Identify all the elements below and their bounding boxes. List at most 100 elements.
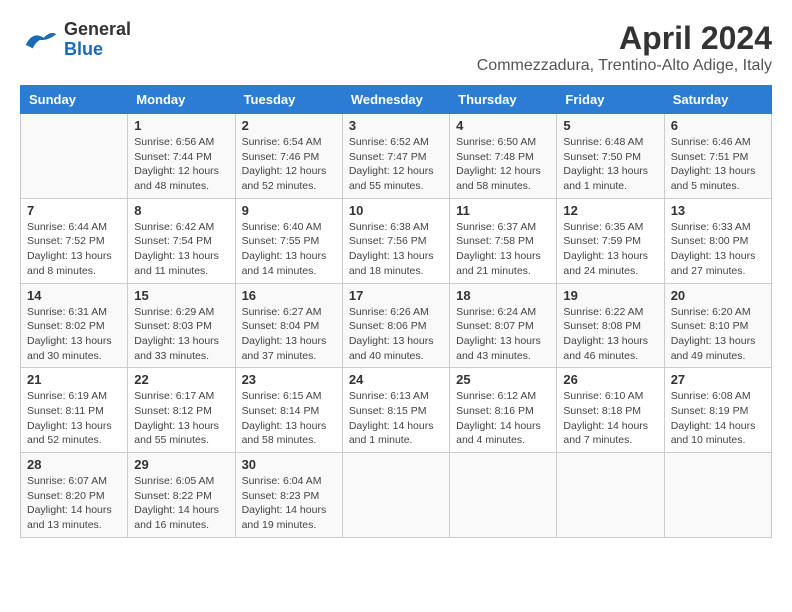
col-thursday: Thursday [450, 86, 557, 114]
day-number: 14 [27, 288, 121, 303]
calendar-cell: 8 Sunrise: 6:42 AM Sunset: 7:54 PM Daylig… [128, 198, 235, 283]
day-number: 27 [671, 372, 765, 387]
calendar-cell: 2 Sunrise: 6:54 AM Sunset: 7:46 PM Daylig… [235, 114, 342, 199]
day-number: 6 [671, 118, 765, 133]
day-number: 22 [134, 372, 228, 387]
day-info: Sunrise: 6:54 AM Sunset: 7:46 PM Dayligh… [242, 135, 336, 194]
day-info: Sunrise: 6:17 AM Sunset: 8:12 PM Dayligh… [134, 389, 228, 448]
day-info: Sunrise: 6:04 AM Sunset: 8:23 PM Dayligh… [242, 474, 336, 533]
calendar-cell: 3 Sunrise: 6:52 AM Sunset: 7:47 PM Daylig… [342, 114, 449, 199]
day-info: Sunrise: 6:26 AM Sunset: 8:06 PM Dayligh… [349, 305, 443, 364]
day-number: 20 [671, 288, 765, 303]
calendar-cell: 25Sunrise: 6:12 AM Sunset: 8:16 PM Dayli… [450, 368, 557, 453]
calendar-cell [21, 114, 128, 199]
day-info: Sunrise: 6:20 AM Sunset: 8:10 PM Dayligh… [671, 305, 765, 364]
col-wednesday: Wednesday [342, 86, 449, 114]
day-info: Sunrise: 6:33 AM Sunset: 8:00 PM Dayligh… [671, 220, 765, 279]
day-number: 25 [456, 372, 550, 387]
day-number: 16 [242, 288, 336, 303]
day-info: Sunrise: 6:08 AM Sunset: 8:19 PM Dayligh… [671, 389, 765, 448]
day-number: 24 [349, 372, 443, 387]
day-info: Sunrise: 6:50 AM Sunset: 7:48 PM Dayligh… [456, 135, 550, 194]
day-info: Sunrise: 6:40 AM Sunset: 7:55 PM Dayligh… [242, 220, 336, 279]
day-number: 10 [349, 203, 443, 218]
day-number: 17 [349, 288, 443, 303]
calendar-cell [342, 453, 449, 538]
calendar-cell: 4 Sunrise: 6:50 AM Sunset: 7:48 PM Daylig… [450, 114, 557, 199]
day-number: 15 [134, 288, 228, 303]
calendar-cell: 11 Sunrise: 6:37 AM Sunset: 7:58 PM Dayli… [450, 198, 557, 283]
logo: General Blue [20, 20, 131, 60]
week-row-1: 1Sunrise: 6:56 AM Sunset: 7:44 PM Daylig… [21, 114, 772, 199]
day-number: 30 [242, 457, 336, 472]
day-number: 19 [563, 288, 657, 303]
day-number: 26 [563, 372, 657, 387]
logo-bird-icon [20, 27, 60, 52]
page-subtitle: Commezzadura, Trentino-Alto Adige, Italy [477, 57, 772, 75]
day-number: 28 [27, 457, 121, 472]
day-info: Sunrise: 6:22 AM Sunset: 8:08 PM Dayligh… [563, 305, 657, 364]
day-info: Sunrise: 6:37 AM Sunset: 7:58 PM Dayligh… [456, 220, 550, 279]
day-info: Sunrise: 6:27 AM Sunset: 8:04 PM Dayligh… [242, 305, 336, 364]
calendar-cell: 12Sunrise: 6:35 AM Sunset: 7:59 PM Dayli… [557, 198, 664, 283]
day-number: 21 [27, 372, 121, 387]
week-row-5: 28 Sunrise: 6:07 AM Sunset: 8:20 PM Dayli… [21, 453, 772, 538]
day-number: 4 [456, 118, 550, 133]
day-info: Sunrise: 6:24 AM Sunset: 8:07 PM Dayligh… [456, 305, 550, 364]
col-monday: Monday [128, 86, 235, 114]
day-number: 13 [671, 203, 765, 218]
day-info: Sunrise: 6:52 AM Sunset: 7:47 PM Dayligh… [349, 135, 443, 194]
calendar-cell: 19 Sunrise: 6:22 AM Sunset: 8:08 PM Dayli… [557, 283, 664, 368]
calendar-cell: 14 Sunrise: 6:31 AM Sunset: 8:02 PM Dayli… [21, 283, 128, 368]
calendar-cell: 10 Sunrise: 6:38 AM Sunset: 7:56 PM Dayli… [342, 198, 449, 283]
week-row-3: 14 Sunrise: 6:31 AM Sunset: 8:02 PM Dayli… [21, 283, 772, 368]
calendar-cell: 26 Sunrise: 6:10 AM Sunset: 8:18 PM Dayli… [557, 368, 664, 453]
day-info: Sunrise: 6:05 AM Sunset: 8:22 PM Dayligh… [134, 474, 228, 533]
calendar-cell: 29 Sunrise: 6:05 AM Sunset: 8:22 PM Dayli… [128, 453, 235, 538]
calendar-cell: 22 Sunrise: 6:17 AM Sunset: 8:12 PM Dayli… [128, 368, 235, 453]
day-info: Sunrise: 6:46 AM Sunset: 7:51 PM Dayligh… [671, 135, 765, 194]
day-info: Sunrise: 6:44 AM Sunset: 7:52 PM Dayligh… [27, 220, 121, 279]
col-sunday: Sunday [21, 86, 128, 114]
day-number: 7 [27, 203, 121, 218]
calendar-cell: 13 Sunrise: 6:33 AM Sunset: 8:00 PM Dayli… [664, 198, 771, 283]
day-number: 12 [563, 203, 657, 218]
day-info: Sunrise: 6:10 AM Sunset: 8:18 PM Dayligh… [563, 389, 657, 448]
day-number: 29 [134, 457, 228, 472]
calendar-cell: 6 Sunrise: 6:46 AM Sunset: 7:51 PM Daylig… [664, 114, 771, 199]
day-number: 5 [563, 118, 657, 133]
calendar-cell: 17 Sunrise: 6:26 AM Sunset: 8:06 PM Dayli… [342, 283, 449, 368]
week-row-4: 21 Sunrise: 6:19 AM Sunset: 8:11 PM Dayli… [21, 368, 772, 453]
day-info: Sunrise: 6:42 AM Sunset: 7:54 PM Dayligh… [134, 220, 228, 279]
calendar-cell: 27 Sunrise: 6:08 AM Sunset: 8:19 PM Dayli… [664, 368, 771, 453]
calendar-cell: 28 Sunrise: 6:07 AM Sunset: 8:20 PM Dayli… [21, 453, 128, 538]
day-number: 9 [242, 203, 336, 218]
calendar-cell [664, 453, 771, 538]
col-tuesday: Tuesday [235, 86, 342, 114]
day-number: 8 [134, 203, 228, 218]
day-info: Sunrise: 6:48 AM Sunset: 7:50 PM Dayligh… [563, 135, 657, 194]
col-friday: Friday [557, 86, 664, 114]
day-info: Sunrise: 6:56 AM Sunset: 7:44 PM Dayligh… [134, 135, 228, 194]
calendar-cell: 9 Sunrise: 6:40 AM Sunset: 7:55 PM Daylig… [235, 198, 342, 283]
calendar-cell: 15Sunrise: 6:29 AM Sunset: 8:03 PM Dayli… [128, 283, 235, 368]
calendar-cell: 23Sunrise: 6:15 AM Sunset: 8:14 PM Dayli… [235, 368, 342, 453]
day-number: 11 [456, 203, 550, 218]
day-info: Sunrise: 6:13 AM Sunset: 8:15 PM Dayligh… [349, 389, 443, 448]
calendar-cell: 1Sunrise: 6:56 AM Sunset: 7:44 PM Daylig… [128, 114, 235, 199]
col-saturday: Saturday [664, 86, 771, 114]
day-info: Sunrise: 6:15 AM Sunset: 8:14 PM Dayligh… [242, 389, 336, 448]
day-number: 3 [349, 118, 443, 133]
day-info: Sunrise: 6:19 AM Sunset: 8:11 PM Dayligh… [27, 389, 121, 448]
calendar-cell: 7 Sunrise: 6:44 AM Sunset: 7:52 PM Daylig… [21, 198, 128, 283]
calendar-cell: 18 Sunrise: 6:24 AM Sunset: 8:07 PM Dayli… [450, 283, 557, 368]
calendar-cell: 16 Sunrise: 6:27 AM Sunset: 8:04 PM Dayli… [235, 283, 342, 368]
calendar-cell: 20 Sunrise: 6:20 AM Sunset: 8:10 PM Dayli… [664, 283, 771, 368]
calendar-cell: 5 Sunrise: 6:48 AM Sunset: 7:50 PM Daylig… [557, 114, 664, 199]
day-info: Sunrise: 6:07 AM Sunset: 8:20 PM Dayligh… [27, 474, 121, 533]
title-section: April 2024 Commezzadura, Trentino-Alto A… [477, 20, 772, 75]
day-number: 2 [242, 118, 336, 133]
day-info: Sunrise: 6:31 AM Sunset: 8:02 PM Dayligh… [27, 305, 121, 364]
day-info: Sunrise: 6:38 AM Sunset: 7:56 PM Dayligh… [349, 220, 443, 279]
day-number: 18 [456, 288, 550, 303]
